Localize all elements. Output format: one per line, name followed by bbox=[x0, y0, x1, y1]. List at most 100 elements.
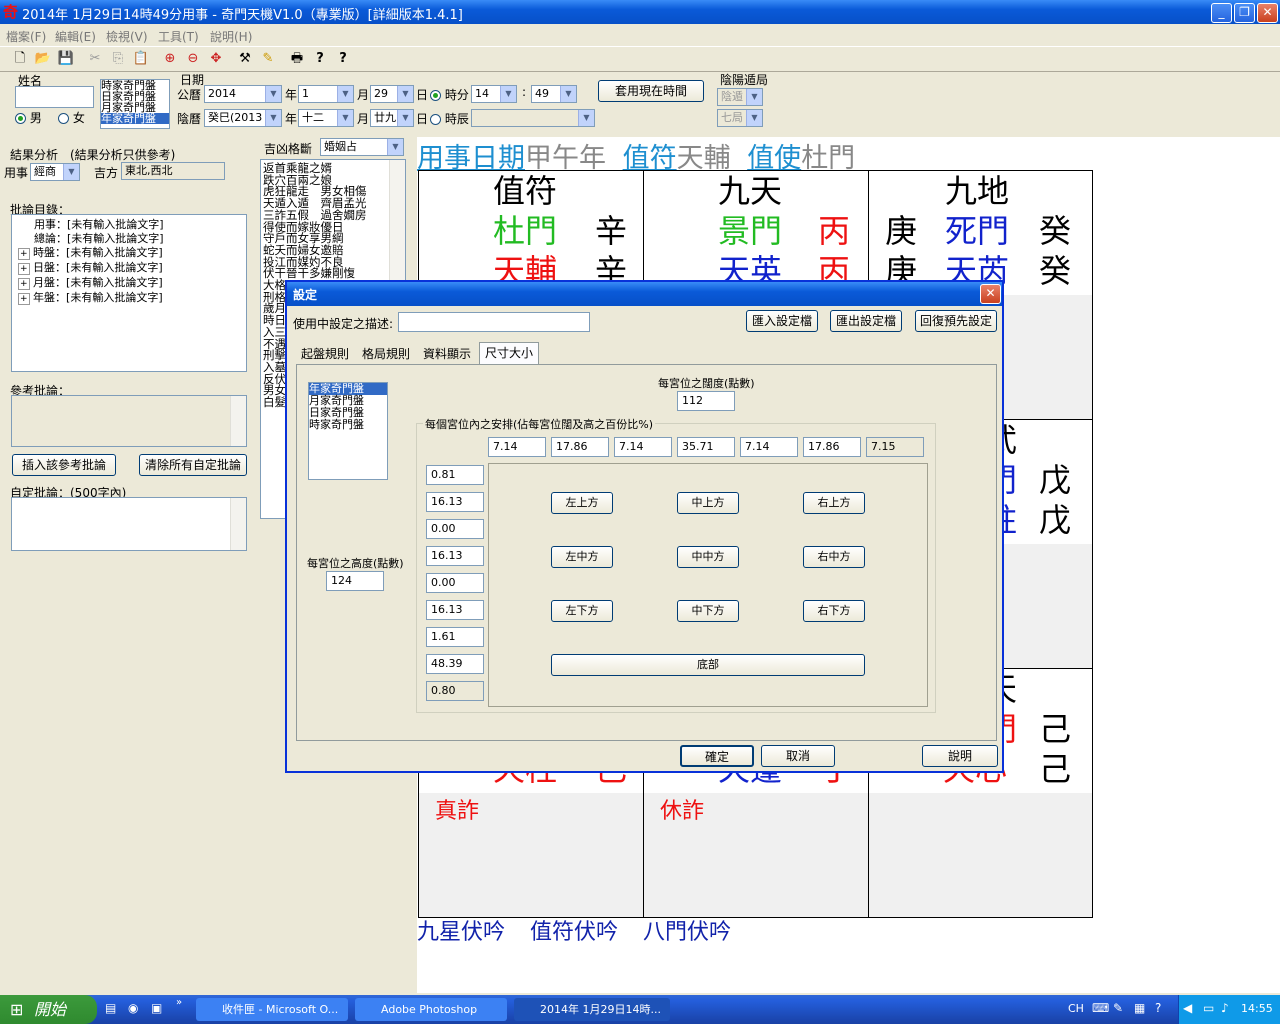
minute-select[interactable]: 49 ▼ bbox=[531, 85, 577, 103]
scrollbar[interactable] bbox=[230, 396, 246, 446]
chart-type-item-selected[interactable]: 年家奇門盤 bbox=[101, 113, 169, 124]
pos-bottom-area-button[interactable]: 底部 bbox=[551, 654, 865, 676]
pos-top-left-button[interactable]: 左上方 bbox=[551, 492, 613, 514]
chevron-down-icon[interactable]: ▼ bbox=[560, 86, 576, 102]
expand-icon[interactable]: + bbox=[18, 248, 30, 260]
lunar-day-select[interactable]: 廿九 ▼ bbox=[370, 109, 414, 127]
comment-tree[interactable]: 用事：[未有輸入批論文字] 總論：[未有輸入批論文字] + 時盤：[未有輸入批論… bbox=[11, 214, 247, 372]
col-percent-input[interactable]: 35.71 bbox=[677, 437, 735, 457]
clock[interactable]: 14:55 bbox=[1241, 1002, 1273, 1015]
minimize-button[interactable]: _ bbox=[1211, 3, 1232, 23]
tree-item[interactable]: + 日盤：[未有輸入批論文字] bbox=[18, 261, 246, 276]
pos-bottom-left-button[interactable]: 左下方 bbox=[551, 600, 613, 622]
quicklaunch-app-icon[interactable]: ▣ bbox=[151, 1001, 162, 1015]
ju-select[interactable]: 七局 ▼ bbox=[717, 109, 763, 127]
paste-icon[interactable]: 📋 bbox=[132, 50, 150, 67]
dialog-help-button[interactable]: 說明 bbox=[922, 745, 998, 767]
quicklaunch-chrome-icon[interactable]: ◉ bbox=[128, 1001, 138, 1015]
col-percent-input[interactable]: 7.14 bbox=[614, 437, 672, 457]
menu-view[interactable]: 檢視(V) bbox=[106, 28, 148, 45]
tab-start-rules[interactable]: 起盤規則 bbox=[296, 344, 354, 364]
col-percent-input[interactable]: 7.14 bbox=[740, 437, 798, 457]
gender-female[interactable]: 女 bbox=[58, 109, 85, 126]
row-percent-input[interactable]: 16.13 bbox=[426, 600, 484, 620]
tree-item[interactable]: 總論：[未有輸入批論文字] bbox=[18, 232, 246, 246]
chevron-down-icon[interactable]: ▼ bbox=[337, 86, 353, 102]
open-icon[interactable]: 📂 bbox=[34, 50, 52, 67]
menu-help[interactable]: 說明(H) bbox=[210, 28, 252, 45]
solar-year-select[interactable]: 2014 ▼ bbox=[204, 85, 282, 103]
language-indicator[interactable]: CH bbox=[1068, 1002, 1084, 1015]
row-percent-input[interactable]: 0.81 bbox=[426, 465, 484, 485]
chart-type-list[interactable]: 時家奇門盤 日家奇門盤 月家奇門盤 年家奇門盤 bbox=[100, 79, 170, 129]
quicklaunch-more-icon[interactable]: » bbox=[176, 997, 182, 1008]
context-help-icon[interactable]: ? bbox=[334, 50, 352, 67]
ok-button[interactable]: 確定 bbox=[680, 745, 754, 767]
width-input[interactable]: 112 bbox=[677, 391, 735, 411]
new-icon[interactable]: 🗋 bbox=[11, 50, 29, 67]
tree-item[interactable]: 用事：[未有輸入批論文字] bbox=[18, 218, 246, 232]
chevron-down-icon[interactable]: ▼ bbox=[63, 164, 79, 180]
maximize-button[interactable]: ❐ bbox=[1234, 3, 1255, 23]
task-outlook[interactable]: 收件匣 - Microsoft O... bbox=[196, 998, 348, 1021]
task-photoshop[interactable]: Adobe Photoshop bbox=[355, 998, 507, 1021]
expand-icon[interactable]: + bbox=[18, 263, 30, 275]
tray-expand-icon[interactable]: ◀ bbox=[1183, 1001, 1192, 1015]
pos-mid-left-button[interactable]: 左中方 bbox=[551, 546, 613, 568]
task-qimen[interactable]: 2014年 1月29日14時... bbox=[514, 998, 670, 1021]
expand-icon[interactable]: + bbox=[18, 278, 30, 290]
row-percent-input[interactable]: 48.39 bbox=[426, 654, 484, 674]
network-icon[interactable]: ▭ bbox=[1203, 1001, 1214, 1015]
menu-tools[interactable]: 工具(T) bbox=[158, 28, 199, 45]
chevron-down-icon[interactable]: ▼ bbox=[578, 110, 594, 126]
hour-min-radio[interactable] bbox=[430, 90, 441, 101]
pos-top-right-button[interactable]: 右上方 bbox=[803, 492, 865, 514]
export-settings-button[interactable]: 匯出設定檔 bbox=[830, 310, 902, 332]
yongshi-select[interactable]: 經商 ▼ bbox=[30, 163, 80, 181]
scrollbar[interactable] bbox=[230, 498, 246, 550]
chevron-down-icon[interactable]: ▼ bbox=[746, 110, 762, 126]
volume-icon[interactable]: ♪ bbox=[1221, 1001, 1229, 1015]
tree-item[interactable]: + 年盤：[未有輸入批論文字] bbox=[18, 291, 246, 306]
menu-edit[interactable]: 編輯(E) bbox=[55, 28, 96, 45]
pos-mid-right-button[interactable]: 右中方 bbox=[803, 546, 865, 568]
row-percent-input[interactable]: 16.13 bbox=[426, 492, 484, 512]
expand-icon[interactable]: + bbox=[18, 293, 30, 305]
clear-comments-button[interactable]: 清除所有自定批論 bbox=[139, 454, 247, 476]
male-radio[interactable] bbox=[15, 113, 26, 124]
chevron-down-icon[interactable]: ▼ bbox=[397, 110, 413, 126]
menu-file[interactable]: 檔案(F) bbox=[6, 28, 46, 45]
pattern-select[interactable]: 婚姻占 ▼ bbox=[320, 138, 404, 156]
solar-day-select[interactable]: 29 ▼ bbox=[370, 85, 414, 103]
reference-textarea[interactable] bbox=[11, 395, 247, 447]
gender-male[interactable]: 男 bbox=[15, 109, 42, 126]
pos-top-center-button[interactable]: 中上方 bbox=[677, 492, 739, 514]
chart-list-item[interactable]: 時家奇門盤 bbox=[309, 419, 387, 431]
help-icon[interactable]: ? bbox=[1155, 1001, 1161, 1015]
chart-list[interactable]: 年家奇門盤 月家奇門盤 日家奇門盤 時家奇門盤 bbox=[308, 382, 388, 480]
tree-item[interactable]: + 時盤：[未有輸入批論文字] bbox=[18, 246, 246, 261]
chevron-down-icon[interactable]: ▼ bbox=[746, 89, 762, 105]
yinyang-select[interactable]: 陰遁 ▼ bbox=[717, 88, 763, 106]
quicklaunch-word-icon[interactable]: ▤ bbox=[105, 1001, 116, 1015]
tab-pattern-rules[interactable]: 格局規則 bbox=[357, 344, 415, 364]
name-input[interactable] bbox=[15, 86, 94, 108]
height-input[interactable]: 124 bbox=[326, 571, 384, 591]
dialog-close-button[interactable]: ✕ bbox=[980, 284, 1001, 304]
lunar-year-select[interactable]: 癸巳(2013 ▼ bbox=[204, 109, 282, 127]
solar-month-select[interactable]: 1 ▼ bbox=[298, 85, 354, 103]
pos-bottom-center-button[interactable]: 中下方 bbox=[677, 600, 739, 622]
lunar-month-select[interactable]: 十二 ▼ bbox=[298, 109, 354, 127]
shichen-option[interactable]: 時辰 bbox=[430, 110, 469, 127]
desc-input[interactable] bbox=[398, 312, 590, 332]
pos-mid-center-button[interactable]: 中中方 bbox=[677, 546, 739, 568]
paint-icon[interactable]: ✎ bbox=[259, 50, 277, 67]
col-percent-input[interactable]: 17.86 bbox=[551, 437, 609, 457]
shichen-select[interactable]: ▼ bbox=[471, 109, 595, 127]
close-button[interactable]: ✕ bbox=[1257, 3, 1278, 23]
cancel-button[interactable]: 取消 bbox=[761, 745, 835, 767]
custom-comment-textarea[interactable] bbox=[11, 497, 247, 551]
ime-icon[interactable]: ▦ bbox=[1134, 1001, 1145, 1015]
save-icon[interactable]: 💾 bbox=[57, 50, 75, 67]
hour-select[interactable]: 14 ▼ bbox=[471, 85, 517, 103]
